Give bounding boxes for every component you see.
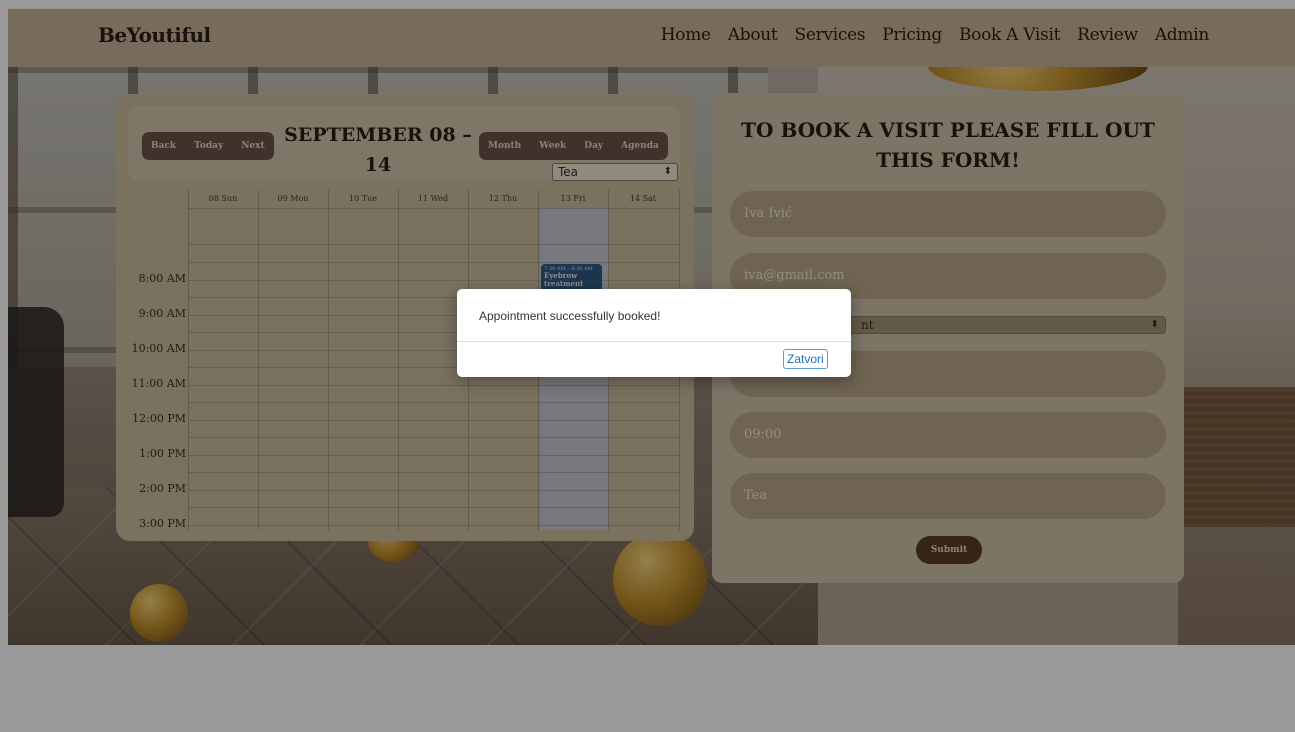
success-dialog: Appointment successfully booked! Zatvori	[457, 289, 851, 377]
close-dialog-button[interactable]: Zatvori	[783, 349, 828, 369]
dialog-divider	[457, 341, 851, 342]
dialog-message: Appointment successfully booked!	[479, 309, 661, 323]
